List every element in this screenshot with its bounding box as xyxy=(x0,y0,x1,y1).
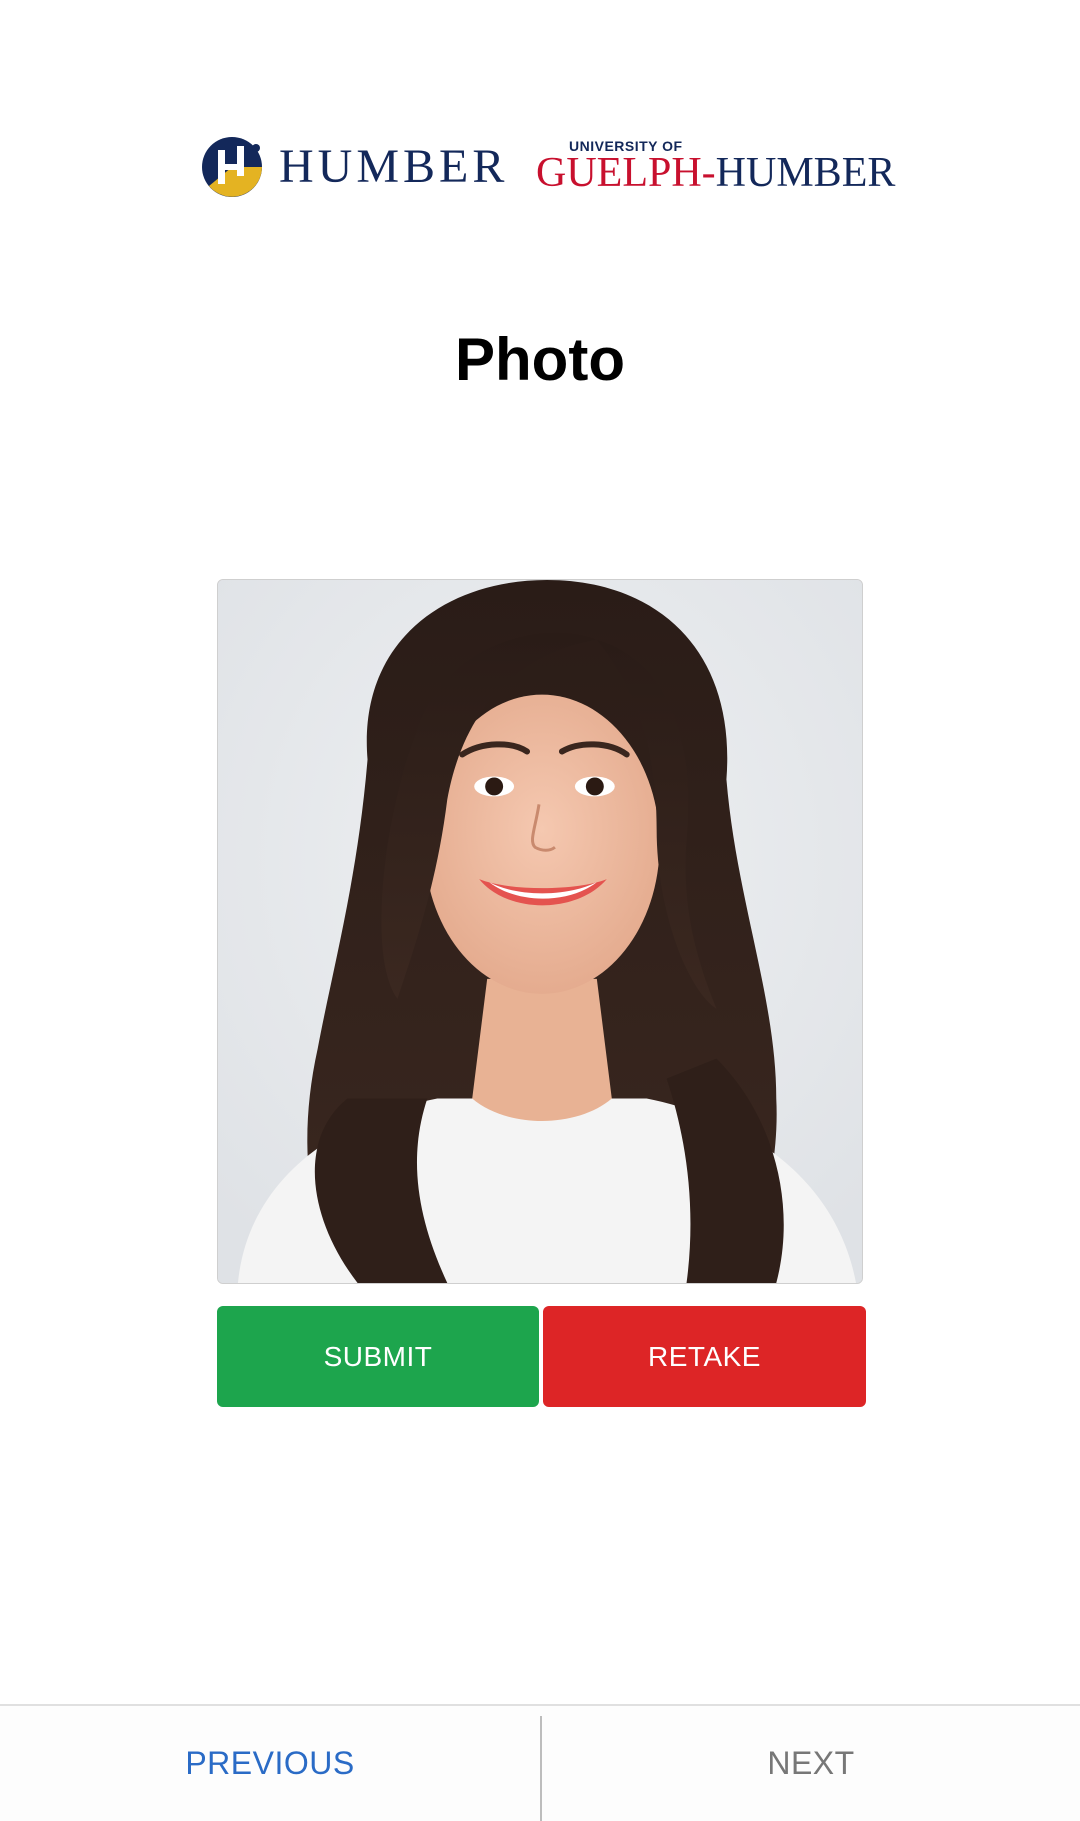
bottom-navigation: PREVIOUS NEXT xyxy=(0,1704,1080,1821)
retake-button[interactable]: RETAKE xyxy=(543,1306,866,1407)
captured-photo xyxy=(217,579,863,1284)
guelph-humber-logo: UNIVERSITY OF GUELPH-HUMBER xyxy=(536,138,895,202)
humber-logo-mark-icon xyxy=(202,137,262,197)
previous-button[interactable]: PREVIOUS xyxy=(0,1706,540,1821)
header-logos: HUMBER UNIVERSITY OF GUELPH-HUMBER xyxy=(0,130,1080,210)
humber-logo-text: HUMBER xyxy=(279,140,509,193)
guelph-word: GUELPH xyxy=(536,150,702,196)
next-button[interactable]: NEXT xyxy=(541,1706,1080,1821)
portrait-photo-icon xyxy=(218,580,862,1283)
submit-button[interactable]: SUBMIT xyxy=(217,1306,539,1407)
guelph-humber-logo-text: GUELPH-HUMBER xyxy=(536,152,895,194)
guelph-dash: - xyxy=(701,150,716,196)
humber-logo: HUMBER xyxy=(201,136,508,198)
page-title: Photo xyxy=(455,326,625,393)
humber-word: HUMBER xyxy=(715,150,896,196)
